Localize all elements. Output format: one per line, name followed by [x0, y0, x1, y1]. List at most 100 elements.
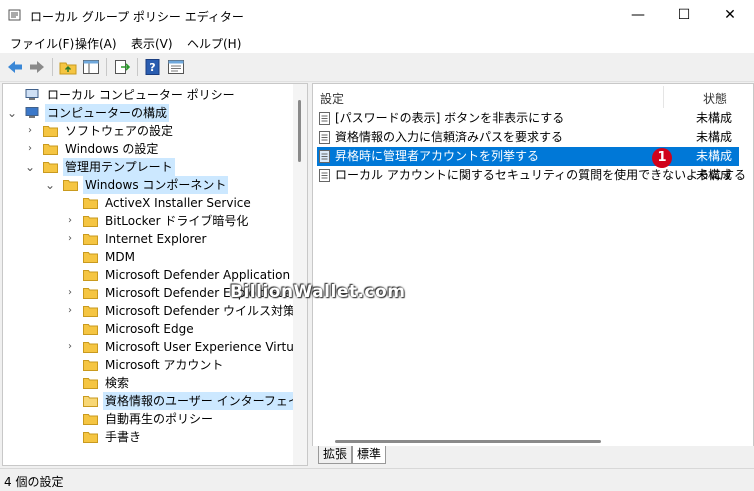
title-bar: ローカル グループ ポリシー エディター — ☐ ✕ [0, 0, 754, 31]
folder-icon [83, 287, 98, 299]
folder-icon [43, 125, 58, 137]
view-tabs: 拡張 標準 [312, 446, 754, 466]
scrollbar-thumb[interactable] [335, 440, 601, 443]
chevron-right-icon[interactable]: › [25, 140, 35, 158]
tab-standard[interactable]: 標準 [352, 446, 387, 464]
tree-item-label: ローカル コンピューター ポリシー [47, 88, 235, 102]
folder-icon [83, 377, 98, 389]
properties-icon[interactable] [167, 58, 185, 76]
folder-icon [43, 143, 58, 155]
column-header-state[interactable]: 状態 [703, 90, 727, 107]
computer-icon [25, 89, 40, 101]
tree-item[interactable]: MDM [3, 248, 293, 266]
toolbar-separator [106, 58, 107, 76]
policy-name: ローカル アカウントに関するセキュリティの質問を使用できないようにする [335, 168, 746, 182]
policy-state: 未構成 [696, 111, 733, 125]
tree-item[interactable]: ⌄ 管理用テンプレート [3, 158, 293, 176]
folder-icon [83, 233, 98, 245]
policy-row[interactable]: ローカル アカウントに関するセキュリティの質問を使用できないようにする 未構成 [317, 166, 746, 185]
policy-setting-icon [319, 169, 330, 182]
tree-item-label: Microsoft アカウント [105, 358, 224, 372]
tree-item[interactable]: ActiveX Installer Service [3, 194, 293, 212]
chevron-right-icon[interactable]: › [65, 302, 75, 320]
tree-item[interactable]: › Microsoft Defender ウイルス対策 [3, 302, 295, 320]
tree-item[interactable]: 手書き [3, 428, 293, 446]
policy-state: 未構成 [696, 130, 733, 144]
tree-item[interactable]: 資格情報のユーザー インターフェイス [3, 392, 307, 410]
minimize-button[interactable]: — [615, 0, 661, 31]
watermark-logo: BillionWallet.com [230, 282, 406, 302]
status-text: 4 個の設定 [4, 475, 64, 489]
folder-icon [43, 161, 58, 173]
window-title: ローカル グループ ポリシー エディター [30, 10, 244, 24]
chevron-down-icon[interactable]: ⌄ [45, 176, 55, 194]
svg-text:?: ? [149, 61, 155, 74]
folder-icon [83, 323, 98, 335]
column-divider[interactable] [663, 86, 664, 108]
policy-setting-icon [319, 131, 330, 144]
tree-item-label: 管理用テンプレート [63, 158, 175, 176]
chevron-right-icon[interactable]: › [65, 338, 75, 356]
tree-item[interactable]: ⌄ Windows コンポーネント [3, 176, 293, 194]
menu-action[interactable]: 操作(A) [75, 35, 117, 52]
tree-item[interactable]: 検索 [3, 374, 293, 392]
tree-item[interactable]: › Windows の設定 [3, 140, 293, 158]
chevron-down-icon[interactable]: ⌄ [7, 104, 17, 122]
policy-name: 昇格時に管理者アカウントを列挙する [335, 149, 540, 163]
policy-setting-icon [319, 112, 330, 125]
column-header-setting[interactable]: 設定 [320, 90, 344, 107]
tree-item[interactable]: 自動再生のポリシー [3, 410, 293, 428]
folder-icon [83, 215, 98, 227]
chevron-right-icon[interactable]: › [25, 122, 35, 140]
policy-row[interactable]: 昇格時に管理者アカウントを列挙する 未構成 [317, 147, 739, 166]
menu-file[interactable]: ファイル(F) [10, 35, 74, 52]
forward-icon[interactable] [28, 58, 46, 76]
export-list-icon[interactable] [113, 58, 131, 76]
policy-row[interactable]: 資格情報の入力に信頼済みパスを要求する 未構成 [317, 128, 739, 147]
up-folder-icon[interactable] [59, 58, 77, 76]
tree-item-label: 資格情報のユーザー インターフェイス [103, 392, 307, 410]
status-bar: 4 個の設定 [0, 468, 754, 491]
folder-icon [83, 431, 98, 443]
help-icon[interactable]: ? [144, 58, 162, 76]
show-hide-tree-icon[interactable] [82, 58, 100, 76]
tree-item[interactable]: › Microsoft User Experience Virtualiza [3, 338, 307, 356]
tree-item-label: BitLocker ドライブ暗号化 [105, 214, 249, 228]
tree-item[interactable]: Microsoft Edge [3, 320, 293, 338]
tree-item-label: ActiveX Installer Service [105, 196, 251, 210]
tab-extended[interactable]: 拡張 [318, 446, 353, 464]
tree-item-label: Windows コンポーネント [83, 176, 229, 194]
chevron-right-icon[interactable]: › [65, 230, 75, 248]
tree-item[interactable]: › ソフトウェアの設定 [3, 122, 293, 140]
menu-view[interactable]: 表示(V) [131, 35, 173, 52]
folder-icon [83, 269, 98, 281]
toolbar: ? [0, 53, 754, 82]
tree-item[interactable]: ⌄ コンピューターの構成 [3, 104, 293, 122]
chevron-right-icon[interactable]: › [65, 284, 75, 302]
tree-item[interactable]: ローカル コンピューター ポリシー [3, 86, 293, 104]
annotation-badge: 1 [652, 148, 672, 168]
tree-item-label: Microsoft Defender ウイルス対策 [105, 304, 296, 318]
tree-item-label: Microsoft Edge [105, 322, 194, 336]
maximize-button[interactable]: ☐ [661, 0, 707, 31]
policy-row[interactable]: [パスワードの表示] ボタンを非表示にする 未構成 [317, 109, 739, 128]
toolbar-separator [137, 58, 138, 76]
scrollbar-thumb[interactable] [298, 100, 301, 162]
tree-item-label: 手書き [105, 430, 142, 444]
menu-help[interactable]: ヘルプ(H) [187, 35, 241, 52]
tree-item[interactable]: › BitLocker ドライブ暗号化 [3, 212, 293, 230]
settings-list-pane[interactable]: 設定 状態 [パスワードの表示] ボタンを非表示にする 未構成 資格情報の入力に信頼… [312, 83, 754, 466]
tree-item[interactable]: › Internet Explorer [3, 230, 293, 248]
folder-icon [83, 305, 98, 317]
folder-icon [83, 413, 98, 425]
chevron-down-icon[interactable]: ⌄ [25, 158, 35, 176]
menu-bar: ファイル(F) 操作(A) 表示(V) ヘルプ(H) [0, 31, 754, 53]
back-icon[interactable] [6, 58, 24, 76]
close-button[interactable]: ✕ [707, 0, 753, 31]
tree-item[interactable]: Microsoft アカウント [3, 356, 293, 374]
tree-item-label: ソフトウェアの設定 [65, 124, 174, 138]
tree-vertical-scrollbar[interactable] [293, 84, 307, 465]
chevron-right-icon[interactable]: › [65, 212, 75, 230]
computer-config-icon [25, 107, 40, 119]
tree-pane[interactable]: ローカル コンピューター ポリシー ⌄ コンピューターの構成 › ソフトウェアの設定 › W… [2, 83, 308, 466]
